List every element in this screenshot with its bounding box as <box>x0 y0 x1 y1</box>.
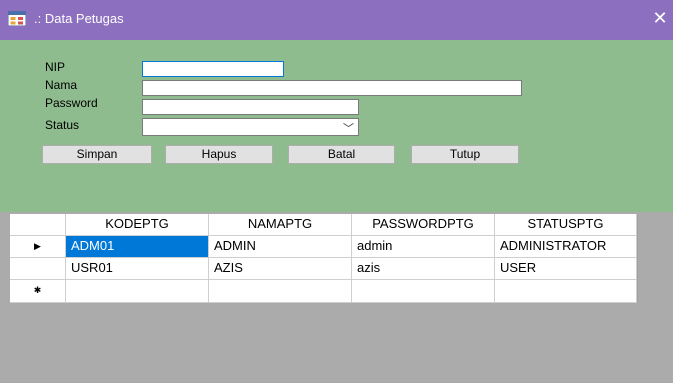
new-row-cell[interactable] <box>495 280 637 303</box>
column-header-kodeptg[interactable]: KODEPTG <box>66 214 209 236</box>
tutup-button[interactable]: Tutup <box>411 145 519 164</box>
simpan-button[interactable]: Simpan <box>42 145 152 164</box>
nama-label: Nama <box>45 78 78 92</box>
batal-button[interactable]: Batal <box>288 145 395 164</box>
nip-label: NIP <box>45 60 66 74</box>
table-cell[interactable]: AZIS <box>209 258 352 280</box>
table-cell[interactable]: USR01 <box>66 258 209 280</box>
column-header-statusptg[interactable]: STATUSPTG <box>495 214 637 236</box>
form-app-icon <box>8 11 26 26</box>
nama-input[interactable] <box>142 80 522 96</box>
new-row-cell[interactable] <box>66 280 209 303</box>
table-cell[interactable]: USER <box>495 258 637 280</box>
row-header[interactable] <box>10 258 66 280</box>
close-icon[interactable]: ✕ <box>647 4 673 34</box>
data-petugas-window: .: Data Petugas ✕ NIP Nama Password Stat… <box>0 0 673 383</box>
grid-corner-header <box>10 214 66 236</box>
table-cell[interactable]: ADMIN <box>209 236 352 258</box>
table-cell[interactable]: ADMINISTRATOR <box>495 236 637 258</box>
table-cell[interactable]: admin <box>352 236 495 258</box>
status-select[interactable]: ﹀ <box>142 118 359 136</box>
column-header-passwordptg[interactable]: PASSWORDPTG <box>352 214 495 236</box>
window-title: .: Data Petugas <box>34 11 124 26</box>
password-input[interactable] <box>142 99 359 115</box>
new-row-asterisk-icon[interactable]: ✱ <box>10 280 66 303</box>
petugas-data-grid[interactable]: KODEPTG NAMAPTG PASSWORDPTG STATUSPTG ▶ … <box>10 214 638 303</box>
current-row-indicator-icon[interactable]: ▶ <box>10 236 66 258</box>
new-row-cell[interactable] <box>209 280 352 303</box>
hapus-button[interactable]: Hapus <box>165 145 273 164</box>
title-bar: .: Data Petugas ✕ <box>0 0 673 40</box>
column-header-namaptg[interactable]: NAMAPTG <box>209 214 352 236</box>
status-label: Status <box>45 118 80 132</box>
password-label: Password <box>45 96 98 110</box>
new-row-cell[interactable] <box>352 280 495 303</box>
nip-input[interactable] <box>142 61 284 77</box>
chevron-down-icon[interactable]: ﹀ <box>343 120 354 136</box>
table-cell[interactable]: azis <box>352 258 495 280</box>
input-form: NIP Nama Password Status ﹀ Simpan Hapus … <box>0 40 673 212</box>
table-cell[interactable]: ADM01 <box>66 236 209 258</box>
